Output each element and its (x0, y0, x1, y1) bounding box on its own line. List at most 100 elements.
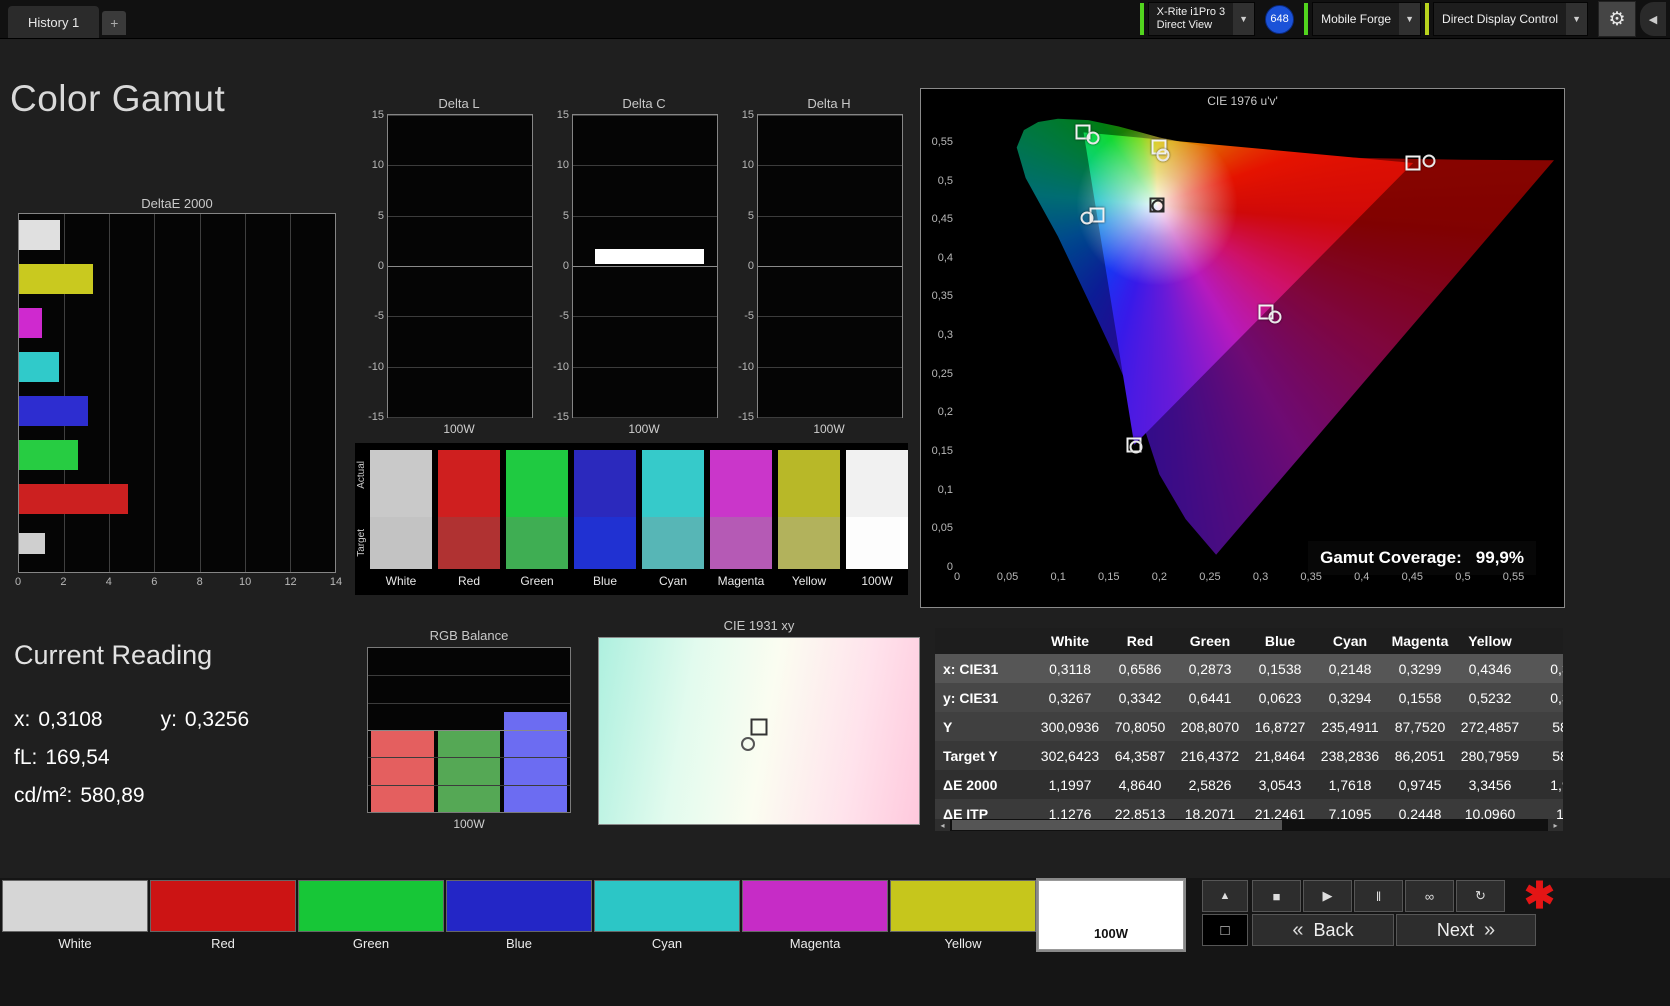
next-label: Next (1436, 919, 1474, 940)
table-row: y: CIE31 0,3267 0,3342 0,6441 0,0623 0,3294 0,… (935, 683, 1563, 712)
x-value: 0,3108 (38, 708, 103, 731)
source-dropdown[interactable]: Mobile Forge ▼ (1312, 2, 1422, 36)
add-tab-button[interactable]: + (102, 11, 127, 35)
swatch-button-100w[interactable]: 100W (1038, 880, 1184, 965)
swatch-column-blue: Blue (574, 450, 636, 588)
swatch-button-green[interactable]: Green (298, 880, 444, 951)
axis-label: 100W (453, 817, 485, 831)
swatch-button-cyan[interactable]: Cyan (594, 880, 740, 951)
chevron-down-icon: ▼ (1566, 3, 1587, 35)
blue-bar (504, 712, 568, 812)
cie-plot (957, 111, 1554, 567)
stop-icon: ■ (1272, 888, 1281, 904)
left-arrow-icon: ◀ (1648, 13, 1658, 26)
table-cell: 1,9 (1550, 776, 1563, 793)
axis-tick-label: -15 (738, 411, 754, 423)
swatch-button-label: Cyan (651, 936, 683, 951)
red-measured-marker (1422, 154, 1436, 168)
swatch-label: White (385, 574, 417, 588)
axis-tick-label: 0,1 (1050, 571, 1066, 583)
table-cell: 0,3 (1550, 660, 1563, 677)
target-swatch (438, 517, 500, 569)
table-cell: 0,1538 (1258, 660, 1302, 677)
pause-button[interactable]: ‖ (1354, 880, 1403, 912)
continuous-read-button[interactable]: ∞ (1405, 880, 1454, 912)
table-cell: 2,5826 (1188, 776, 1232, 793)
scrollbar-track[interactable] (950, 819, 1548, 831)
cie1976-panel: CIE 1976 u'v' Gamut Coverage: 99,9% 0 0,0… (920, 88, 1565, 608)
row-label: y: CIE31 (943, 689, 999, 706)
swatch-column-red: Red (438, 450, 500, 588)
gridline (758, 115, 902, 116)
settings-button[interactable]: ⚙ (1598, 1, 1636, 37)
axis-tick-label: 5 (377, 209, 384, 222)
axis-tick-label: 0,15 (1098, 571, 1120, 583)
bar-row-white (19, 220, 335, 250)
swatch-columns: White Red Green Blue Cyan Magenta Yellow 100W (355, 443, 908, 588)
meter-label: X-Rite i1Pro 3 Direct View (1157, 6, 1225, 32)
workflow-dropdown[interactable]: Direct Display Control ▼ (1433, 2, 1588, 36)
calibration-app-window: History 1 + X-Rite i1Pro 3 Direct View ▼… (0, 0, 1670, 1006)
axis-tick-label: 0 (747, 260, 754, 272)
deltae-xticks: 0 2 4 6 8 10 12 14 (15, 576, 342, 592)
deltae-plot (18, 213, 336, 573)
axis-tick-label: 0,3 (1252, 571, 1269, 583)
stop-button[interactable]: ■ (1252, 880, 1301, 912)
top-bar-right: X-Rite i1Pro 3 Direct View ▼ 648 Mobile … (1139, 1, 1670, 37)
delta-l-chart: Delta L 15 10 5 0 -5 -10 -15 100W (361, 96, 533, 436)
axis-tick-label: 4 (105, 576, 112, 588)
play-button[interactable]: ▶ (1303, 880, 1352, 912)
target-marker (750, 718, 768, 736)
next-button[interactable]: Next » (1396, 914, 1536, 946)
green-measured-marker (1086, 131, 1100, 145)
back-button[interactable]: « Back (1252, 914, 1394, 946)
bottom-swatches: White Red Green Blue Cyan Magenta Yellow 100W (2, 880, 1184, 965)
bar-cyan (19, 352, 59, 382)
swatch-button-label: Blue (505, 936, 533, 951)
delta-h-chart: Delta H 15 10 5 0 -5 -10 -15 100W (731, 96, 903, 436)
history-tab[interactable]: History 1 (8, 6, 100, 38)
refresh-button[interactable]: ↻ (1456, 880, 1505, 912)
table-scrollbar[interactable]: ◂ ▸ (935, 819, 1563, 831)
blue-measured-marker (1129, 440, 1143, 454)
collapse-panel-button[interactable]: ◀ (1640, 2, 1666, 36)
double-chevron-left-icon: « (1292, 918, 1304, 941)
axis-tick-label: 0,35 (1300, 571, 1322, 583)
table-header: White Red Green Blue Cyan Magenta Yellow (935, 628, 1563, 654)
chart-title: RGB Balance (429, 628, 509, 643)
table-cell: 86,2051 (1394, 747, 1446, 764)
table-cell: 0,3342 (1118, 689, 1162, 706)
table-cell: 70,8050 (1114, 718, 1166, 735)
axis-tick-label: 5 (562, 209, 569, 222)
gridline (388, 417, 532, 418)
pattern-window-button[interactable]: □ (1202, 914, 1248, 946)
expand-up-button[interactable]: ▲ (1202, 880, 1248, 912)
swatch-color (446, 880, 592, 932)
section-heading: Current Reading (14, 640, 213, 670)
gridline (368, 730, 570, 731)
red-bar (371, 730, 434, 812)
swatch-button-magenta[interactable]: Magenta (742, 880, 888, 951)
scrollbar-thumb[interactable] (952, 820, 1282, 830)
table-cell: 21,8464 (1254, 747, 1306, 764)
swatch-button-blue[interactable]: Blue (446, 880, 592, 951)
chevron-down-icon: ▼ (1233, 3, 1255, 35)
axis-tick-label: 8 (196, 576, 203, 588)
table-cell: 0,6441 (1188, 689, 1232, 706)
axis-tick-label: -5 (374, 310, 384, 323)
top-bar: History 1 + X-Rite i1Pro 3 Direct View ▼… (0, 0, 1670, 39)
table-cell: 3,3456 (1468, 776, 1512, 793)
workflow-status-bar (1425, 3, 1430, 35)
scroll-left-icon[interactable]: ◂ (935, 819, 950, 831)
swatch-button-red[interactable]: Red (150, 880, 296, 951)
rgb-plot: 1041021009896 (367, 647, 571, 813)
axis-tick-label: 0 (953, 571, 961, 583)
scroll-right-icon[interactable]: ▸ (1548, 819, 1563, 831)
swatch-button-yellow[interactable]: Yellow (890, 880, 1036, 951)
swatch-column-cyan: Cyan (642, 450, 704, 588)
meter-dropdown[interactable]: X-Rite i1Pro 3 Direct View ▼ (1147, 2, 1256, 36)
axis-tick-label: 10 (556, 159, 569, 172)
swatch-button-white[interactable]: White (2, 880, 148, 951)
deltae2000-chart: DeltaE 2000 0 2 4 6 8 10 12 14 (15, 196, 342, 592)
actual-row-label: Actual (356, 461, 367, 489)
